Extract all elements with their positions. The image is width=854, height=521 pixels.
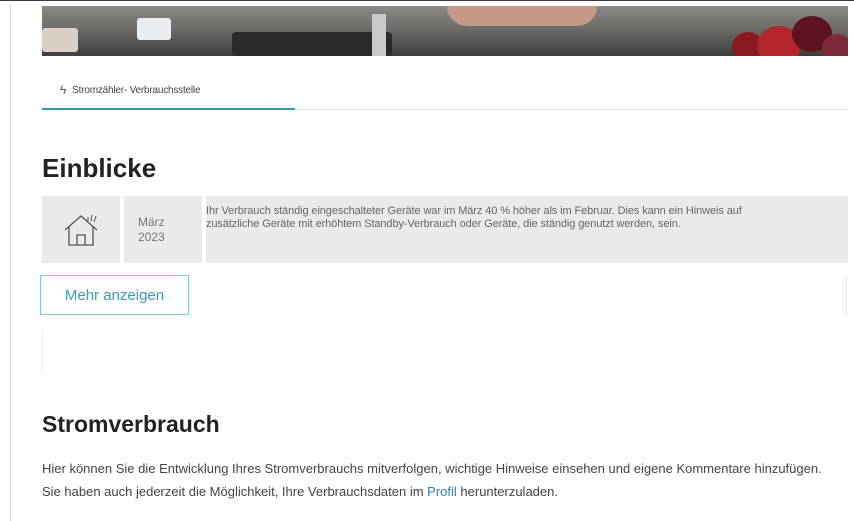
insight-icon-cell — [42, 196, 120, 263]
divider — [42, 330, 43, 372]
lightning-icon: ϟ — [60, 83, 67, 97]
consumption-description: Hier können Sie die Entwicklung Ihres St… — [42, 457, 842, 503]
divider — [846, 276, 847, 316]
cup-shape — [42, 28, 78, 52]
description-text-end: herunterzuladen. — [456, 484, 558, 499]
hero-banner-image — [42, 6, 848, 56]
show-more-button[interactable]: Mehr anzeigen — [40, 275, 189, 315]
insight-card: März 2023 Ihr Verbrauch ständig eingesch… — [42, 196, 848, 263]
top-rule — [0, 0, 854, 5]
insights-heading: Einblicke — [42, 153, 157, 183]
frame-border — [10, 5, 11, 521]
fruit-shape — [822, 34, 848, 56]
insight-text-cell: Ihr Verbrauch ständig eingeschalteter Ge… — [206, 196, 848, 263]
profile-link[interactable]: Profil — [427, 484, 457, 499]
insight-month: März — [138, 215, 165, 229]
tab-label: Stromzähler- Verbrauchsstelle — [72, 84, 201, 96]
sink-shape — [232, 32, 392, 56]
tab-bar: ϟ Stromzähler- Verbrauchsstelle — [42, 72, 848, 110]
hand-shape — [447, 6, 597, 26]
insight-year: 2023 — [138, 230, 165, 244]
tap-shape — [372, 14, 386, 56]
house-icon — [64, 214, 98, 246]
consumption-heading: Stromverbrauch — [42, 411, 220, 437]
cup-shape — [137, 18, 171, 40]
tab-stromzaehler[interactable]: ϟ Stromzähler- Verbrauchsstelle — [42, 72, 295, 110]
insight-text: Ihr Verbrauch ständig eingeschalteter Ge… — [206, 205, 742, 230]
insight-date: März 2023 — [124, 196, 202, 263]
